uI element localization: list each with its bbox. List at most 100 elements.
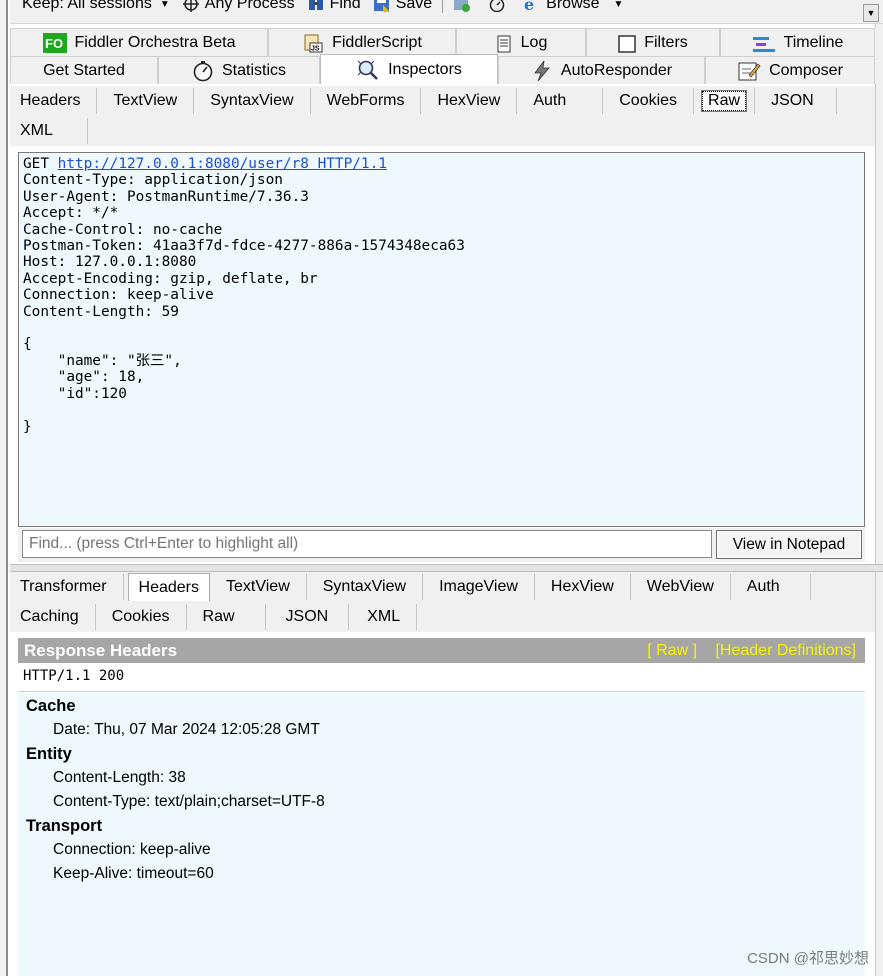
tab-label: Filters <box>644 33 688 51</box>
header-group-transport[interactable]: Transport <box>18 814 865 838</box>
resp-tab-transformer[interactable]: Transformer <box>10 574 124 600</box>
header-item[interactable]: Content-Type: text/plain;charset=UTF-8 <box>18 790 865 814</box>
toolbar-separator <box>442 0 444 13</box>
header-item[interactable]: Content-Length: 38 <box>18 766 865 790</box>
view-in-notepad-button[interactable]: View in Notepad <box>716 530 862 559</box>
checkbox-icon <box>618 34 636 53</box>
svg-text:FO: FO <box>45 36 63 51</box>
keep-sessions-dropdown[interactable]: Keep: All sessions ▼ <box>10 0 176 12</box>
tab-autoresponder[interactable]: AutoResponder <box>498 56 705 84</box>
stopwatch-icon <box>488 0 506 13</box>
tab-label: Raw <box>202 608 235 625</box>
left-window-edge <box>0 0 8 976</box>
header-group-cache[interactable]: Cache <box>18 694 865 718</box>
resp-tab-raw[interactable]: Raw <box>187 604 266 630</box>
toolbar: Keep: All sessions ▼ Any Process Find Sa… <box>10 0 883 24</box>
tab-fiddlerscript[interactable]: JS FiddlerScript <box>268 28 456 56</box>
tab-label: TextView <box>113 92 178 109</box>
resp-tab-xml[interactable]: XML <box>349 604 418 630</box>
req-tab-auth[interactable]: Auth <box>517 88 604 114</box>
main-tab-row-2: Get Started Statistics Inspectors AutoRe… <box>10 54 883 84</box>
tab-fiddler-orchestra[interactable]: FO Fiddler Orchestra Beta <box>10 28 268 56</box>
tab-filters[interactable]: Filters <box>586 28 720 56</box>
camera-add-icon <box>453 0 471 12</box>
tab-label: Caching <box>20 608 79 625</box>
tab-label: HexView <box>437 92 501 109</box>
svg-text:JS: JS <box>311 45 320 52</box>
tab-label: SyntaxView <box>210 92 294 109</box>
resp-tab-json[interactable]: JSON <box>266 604 350 630</box>
tab-label: Composer <box>769 61 843 79</box>
header-group-entity[interactable]: Entity <box>18 742 865 766</box>
resp-tab-auth[interactable]: Auth <box>731 574 811 600</box>
tab-statistics[interactable]: Statistics <box>158 56 320 84</box>
tab-label: XML <box>20 122 53 139</box>
tab-label: Log <box>520 33 548 51</box>
tab-label: Cookies <box>619 92 678 109</box>
header-definitions-link[interactable]: [Header Definitions] <box>715 642 856 659</box>
magnifier-icon <box>356 59 380 81</box>
find-button[interactable]: Find <box>301 0 367 12</box>
req-tab-webforms[interactable]: WebForms <box>311 88 422 114</box>
tab-label: Auth <box>533 92 567 109</box>
resp-tab-syntaxview[interactable]: SyntaxView <box>307 574 424 600</box>
response-headers-title: Response Headers <box>24 640 178 660</box>
request-header-line: Content-Length: 59 <box>23 303 179 320</box>
script-icon: JS <box>302 32 324 54</box>
right-window-edge <box>875 24 883 976</box>
find-input[interactable] <box>22 530 712 558</box>
req-tab-raw[interactable]: Raw <box>694 88 756 114</box>
tab-label: WebForms <box>326 92 405 109</box>
request-header-line: Connection: keep-alive <box>23 287 214 304</box>
tab-composer[interactable]: Composer <box>705 56 875 84</box>
any-process-button[interactable]: Any Process <box>176 0 301 12</box>
browse-label: Browse <box>546 0 600 12</box>
req-tab-json[interactable]: JSON <box>755 88 837 114</box>
lightning-icon <box>531 60 553 82</box>
request-header-line: Cache-Control: no-cache <box>23 221 223 238</box>
request-header-line: Host: 127.0.0.1:8080 <box>23 254 197 271</box>
response-tab-row-1: Transformer Headers TextView SyntaxView … <box>10 572 875 602</box>
tab-label: Headers <box>138 578 200 596</box>
req-tab-headers[interactable]: Headers <box>10 88 98 114</box>
request-header-line: Content-Type: application/json <box>23 172 283 189</box>
snapshot-button[interactable] <box>447 0 482 12</box>
timer-button[interactable] <box>482 0 517 13</box>
req-tab-cookies[interactable]: Cookies <box>603 88 695 114</box>
tab-label: Raw <box>701 90 748 112</box>
toolbar-overflow-button[interactable]: ▼ <box>863 4 879 22</box>
tab-get-started[interactable]: Get Started <box>10 56 158 84</box>
tab-label: ImageView <box>439 578 518 595</box>
req-tab-syntaxview[interactable]: SyntaxView <box>194 88 311 114</box>
request-method: GET <box>23 156 49 172</box>
resp-tab-headers[interactable]: Headers <box>127 573 211 601</box>
resp-tab-caching[interactable]: Caching <box>10 604 96 630</box>
header-item[interactable]: Date: Thu, 07 Mar 2024 12:05:28 GMT <box>18 718 865 742</box>
response-header-links: [ Raw ] [Header Definitions] <box>633 642 856 660</box>
response-tab-row-2: Caching Cookies Raw JSON XML <box>10 602 875 632</box>
tab-label: TextView <box>226 578 290 595</box>
resp-tab-hexview[interactable]: HexView <box>535 574 631 600</box>
resp-tab-imageview[interactable]: ImageView <box>423 574 535 600</box>
find-label: Find <box>329 0 361 12</box>
resp-tab-webview[interactable]: WebView <box>631 574 731 600</box>
req-tab-xml[interactable]: XML <box>10 118 88 144</box>
request-raw-view[interactable]: GET http://127.0.0.1:8080/user/r8 HTTP/1… <box>18 152 865 527</box>
pane-splitter[interactable] <box>10 564 883 572</box>
resp-tab-cookies[interactable]: Cookies <box>96 604 187 630</box>
browse-button[interactable]: e Browse ▼ <box>517 0 629 14</box>
header-item[interactable]: Connection: keep-alive <box>18 838 865 862</box>
req-tab-hexview[interactable]: HexView <box>421 88 518 114</box>
header-item[interactable]: Keep-Alive: timeout=60 <box>18 862 865 886</box>
request-header-line: Accept-Encoding: gzip, deflate, br <box>23 270 318 287</box>
tab-log[interactable]: Log <box>456 28 586 56</box>
tab-timeline[interactable]: Timeline <box>720 28 875 56</box>
save-button[interactable]: Save <box>367 0 438 12</box>
resp-tab-textview[interactable]: TextView <box>210 574 307 600</box>
tab-inspectors[interactable]: Inspectors <box>320 54 498 84</box>
request-url-link[interactable]: http://127.0.0.1:8080/user/r8 <box>58 156 309 172</box>
response-headers-tree[interactable]: Cache Date: Thu, 07 Mar 2024 12:05:28 GM… <box>18 693 865 976</box>
req-tab-textview[interactable]: TextView <box>97 88 195 114</box>
raw-link[interactable]: [ Raw ] <box>647 642 697 659</box>
binoculars-icon <box>307 0 325 12</box>
